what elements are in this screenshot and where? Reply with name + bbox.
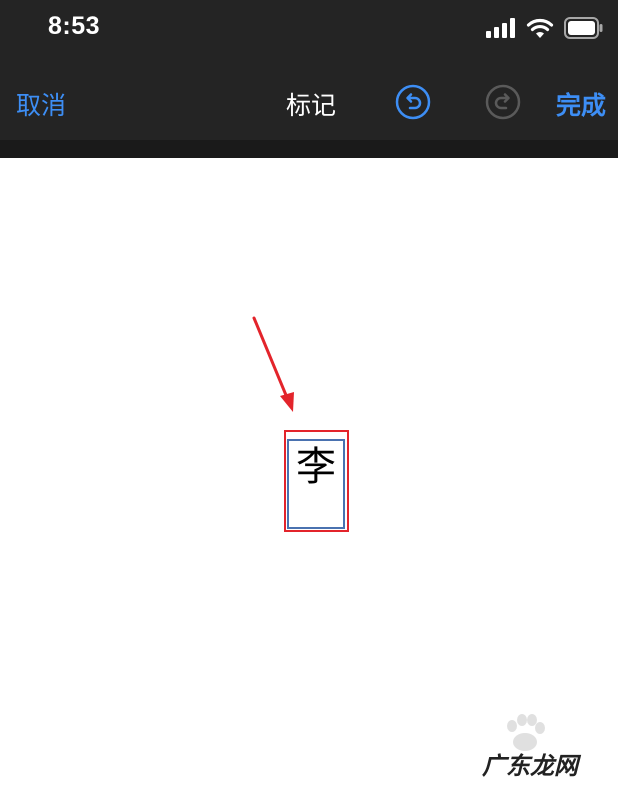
- battery-icon: [564, 17, 603, 39]
- status-icons: [486, 14, 604, 42]
- undo-icon: [395, 84, 431, 120]
- page-title: 标记: [286, 91, 337, 120]
- status-bar: 8:53: [0, 0, 618, 58]
- red-arrow-annotation: [252, 316, 294, 412]
- signal-icon: [486, 18, 515, 38]
- redo-button[interactable]: [485, 84, 521, 120]
- wifi-icon: [526, 18, 554, 38]
- status-time: 8:53: [48, 12, 101, 40]
- toolbar-divider: [0, 140, 618, 158]
- redo-icon: [485, 84, 521, 120]
- watermark-text: 广东龙网: [482, 752, 578, 780]
- cancel-button[interactable]: 取消: [16, 86, 66, 122]
- done-button[interactable]: 完成: [556, 86, 606, 122]
- annotation-text[interactable]: 李: [290, 441, 342, 493]
- undo-button[interactable]: [395, 84, 431, 120]
- markup-toolbar: 取消 标记 完成: [0, 58, 618, 140]
